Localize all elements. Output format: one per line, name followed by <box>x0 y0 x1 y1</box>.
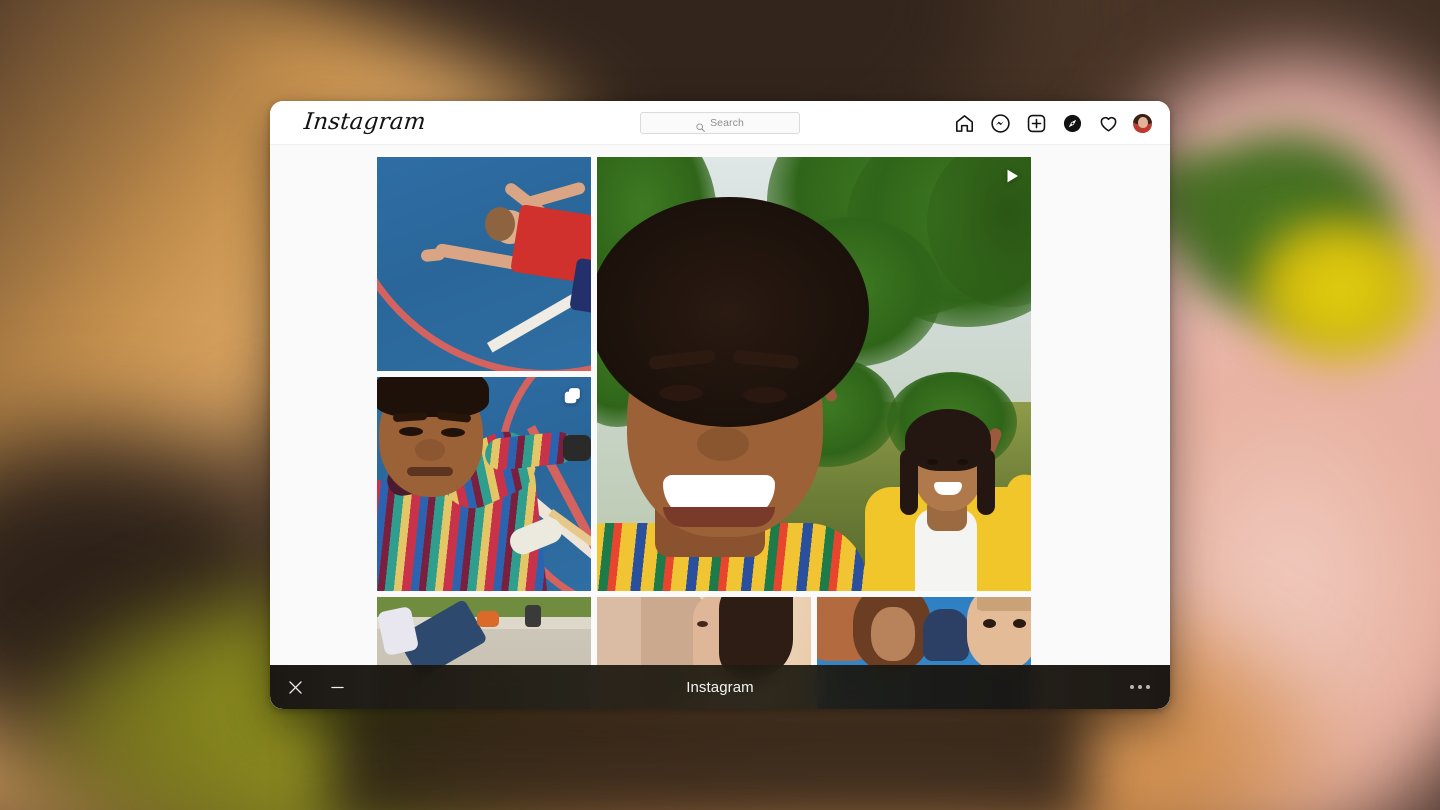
selfie-person1-lip <box>663 507 775 527</box>
striped-hair <box>377 377 489 417</box>
selfie-person1-eye-left <box>659 385 703 401</box>
messenger-icon[interactable] <box>989 112 1011 134</box>
more-dot-1 <box>1130 685 1134 689</box>
instagram-logo[interactable]: Instagram <box>303 111 427 134</box>
selfie-person2-eye-left <box>927 459 938 465</box>
header-nav <box>953 101 1152 145</box>
grid-tile-friends-selfie[interactable] <box>597 157 1031 591</box>
post-grid <box>377 157 1063 709</box>
desktop: Instagram Search <box>0 0 1440 810</box>
group-person-4-eye-left <box>983 619 996 628</box>
athlete-hair <box>485 207 515 241</box>
instagram-app-window: Instagram Search <box>270 101 1170 709</box>
home-icon[interactable] <box>953 112 975 134</box>
explore-icon[interactable] <box>1061 112 1083 134</box>
skate-wheel <box>477 611 499 627</box>
explore-content-area <box>270 145 1170 709</box>
selfie-person2-smile <box>934 482 962 495</box>
group-person-4-hair <box>977 597 1031 611</box>
group-person-3-cap <box>923 609 969 661</box>
striped-eye-left <box>399 427 423 436</box>
skate-truck <box>525 605 541 627</box>
selfie-person2-braid-right <box>977 449 995 515</box>
group-person-4-eye-right <box>1013 619 1026 628</box>
more-dot-3 <box>1146 685 1150 689</box>
instagram-header: Instagram Search <box>270 101 1170 145</box>
more-options-icon[interactable] <box>1128 679 1152 695</box>
close-icon[interactable] <box>282 674 308 700</box>
window-control-bar: Instagram <box>270 665 1170 709</box>
grid-tile-athlete-red[interactable] <box>377 157 591 371</box>
new-post-icon[interactable] <box>1025 112 1047 134</box>
warm-eye <box>697 621 708 627</box>
selfie-person1-nose <box>697 427 749 461</box>
search-placeholder-text: Search <box>710 117 744 129</box>
selfie-person1-afro <box>597 197 869 427</box>
group-person-2-face <box>871 607 915 661</box>
window-left-controls <box>282 674 350 700</box>
minimize-icon[interactable] <box>324 674 350 700</box>
selfie-person2-braid-left <box>900 449 918 515</box>
more-dot-2 <box>1138 685 1142 689</box>
activity-heart-icon[interactable] <box>1097 112 1119 134</box>
striped-mouth <box>407 467 453 476</box>
window-title: Instagram <box>270 679 1170 696</box>
search-input[interactable]: Search <box>640 112 800 134</box>
avatar-face <box>1138 117 1148 128</box>
striped-nose <box>415 439 445 461</box>
profile-avatar[interactable] <box>1133 114 1152 133</box>
striped-eye-right <box>441 428 465 437</box>
wallpaper-yellow-fruit <box>1250 215 1430 365</box>
glove-hand <box>563 435 591 461</box>
grid-tile-striped-portrait[interactable] <box>377 377 591 591</box>
search-icon <box>696 119 705 128</box>
selfie-person2-eye-right <box>957 459 968 465</box>
selfie-person1-eye-right <box>743 387 787 403</box>
